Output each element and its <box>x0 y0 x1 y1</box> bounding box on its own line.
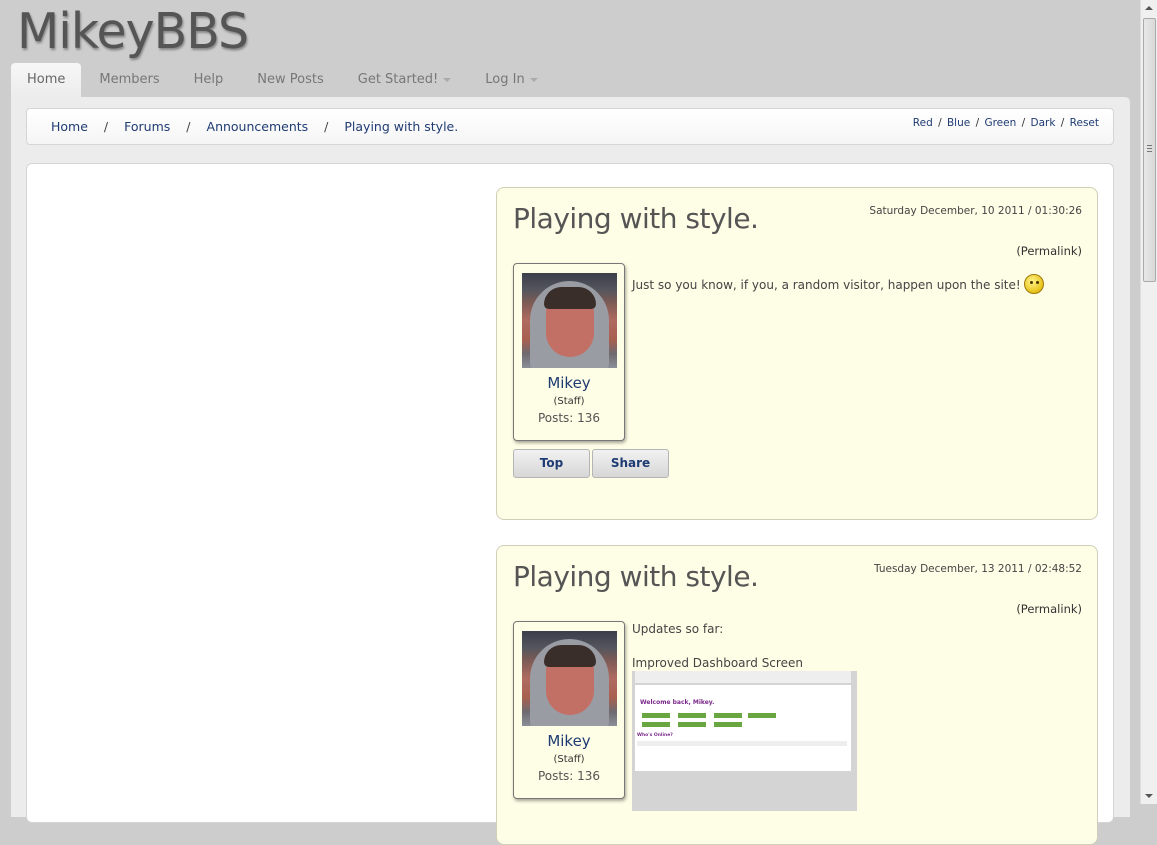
author-role: (Staff) <box>553 754 585 765</box>
smiley-icon <box>1023 274 1044 294</box>
vertical-scrollbar[interactable] <box>1140 0 1157 804</box>
post-date: Saturday December, 10 2011 / 01:30:26 <box>869 205 1082 217</box>
style-separator: / <box>1021 117 1026 129</box>
breadcrumb-home[interactable]: Home <box>51 119 88 134</box>
post-title: Playing with style. <box>513 560 759 593</box>
breadcrumb-bar: Home / Forums / Announcements / Playing … <box>26 108 1114 145</box>
avatar[interactable] <box>522 273 617 368</box>
author-post-count: Posts: 136 <box>537 411 601 425</box>
author-card: Mikey (Staff) Posts: 136 <box>513 263 625 441</box>
style-separator: / <box>975 117 980 129</box>
style-blue-link[interactable]: Blue <box>947 117 970 129</box>
breadcrumb: Home / Forums / Announcements / Playing … <box>51 119 458 134</box>
main-nav: Home Members Help New Posts Get Started!… <box>11 63 556 97</box>
breadcrumb-separator: / <box>186 119 191 134</box>
style-red-link[interactable]: Red <box>913 117 933 129</box>
site-title[interactable]: MikeyBBS <box>17 2 249 62</box>
post-date: Tuesday December, 13 2011 / 02:48:52 <box>874 563 1082 575</box>
author-role: (Staff) <box>553 396 585 407</box>
thumb-whos-online-text: Who's Online? <box>637 733 673 738</box>
post-body: Just so you know, if you, a random visit… <box>632 274 1044 294</box>
scroll-thumb[interactable] <box>1143 18 1156 282</box>
dashboard-screenshot-image[interactable]: Welcome back, Mikey. Who's Online? <box>632 671 857 811</box>
post-title: Playing with style. <box>513 202 759 235</box>
scroll-down-icon[interactable] <box>1145 794 1153 798</box>
post: Playing with style. Saturday December, 1… <box>496 187 1098 520</box>
breadcrumb-announcements[interactable]: Announcements <box>207 119 309 134</box>
style-dark-link[interactable]: Dark <box>1031 117 1056 129</box>
chevron-down-icon <box>443 77 452 82</box>
tab-home[interactable]: Home <box>11 63 82 97</box>
permalink-link[interactable]: (Permalink) <box>1016 602 1082 616</box>
tab-log-in-label: Log In <box>485 72 525 87</box>
style-separator: / <box>1060 117 1065 129</box>
breadcrumb-separator: / <box>103 119 109 134</box>
scroll-up-icon[interactable] <box>1145 6 1153 10</box>
tab-new-posts[interactable]: New Posts <box>241 63 339 97</box>
post: Playing with style. Tuesday December, 13… <box>496 545 1098 845</box>
tab-get-started[interactable]: Get Started! <box>342 63 468 97</box>
permalink-link[interactable]: (Permalink) <box>1016 244 1082 258</box>
tab-get-started-label: Get Started! <box>357 72 439 87</box>
author-card: Mikey (Staff) Posts: 136 <box>513 621 625 799</box>
breadcrumb-separator: / <box>324 119 329 134</box>
author-post-count: Posts: 136 <box>537 769 601 783</box>
post-body-text: Just so you know, if you, a random visit… <box>632 278 1021 292</box>
post-body-line: Improved Dashboard Screen <box>632 656 803 670</box>
tab-members[interactable]: Members <box>83 63 175 97</box>
thumb-welcome-text: Welcome back, Mikey. <box>640 699 715 706</box>
author-name[interactable]: Mikey <box>514 732 624 750</box>
chevron-down-icon <box>529 77 538 82</box>
post-body-line: Updates so far: <box>632 622 724 636</box>
breadcrumb-forums[interactable]: Forums <box>124 119 170 134</box>
share-button[interactable]: Share <box>592 449 669 478</box>
style-separator: / <box>938 117 942 129</box>
breadcrumb-current[interactable]: Playing with style. <box>344 119 458 134</box>
top-button[interactable]: Top <box>513 449 590 478</box>
tab-log-in[interactable]: Log In <box>469 63 553 97</box>
style-green-link[interactable]: Green <box>984 117 1016 129</box>
style-switcher: Red / Blue / Green / Dark / Reset <box>913 117 1099 129</box>
author-name[interactable]: Mikey <box>514 374 624 392</box>
avatar[interactable] <box>522 631 617 726</box>
tab-help[interactable]: Help <box>178 63 240 97</box>
style-reset-link[interactable]: Reset <box>1070 117 1099 129</box>
